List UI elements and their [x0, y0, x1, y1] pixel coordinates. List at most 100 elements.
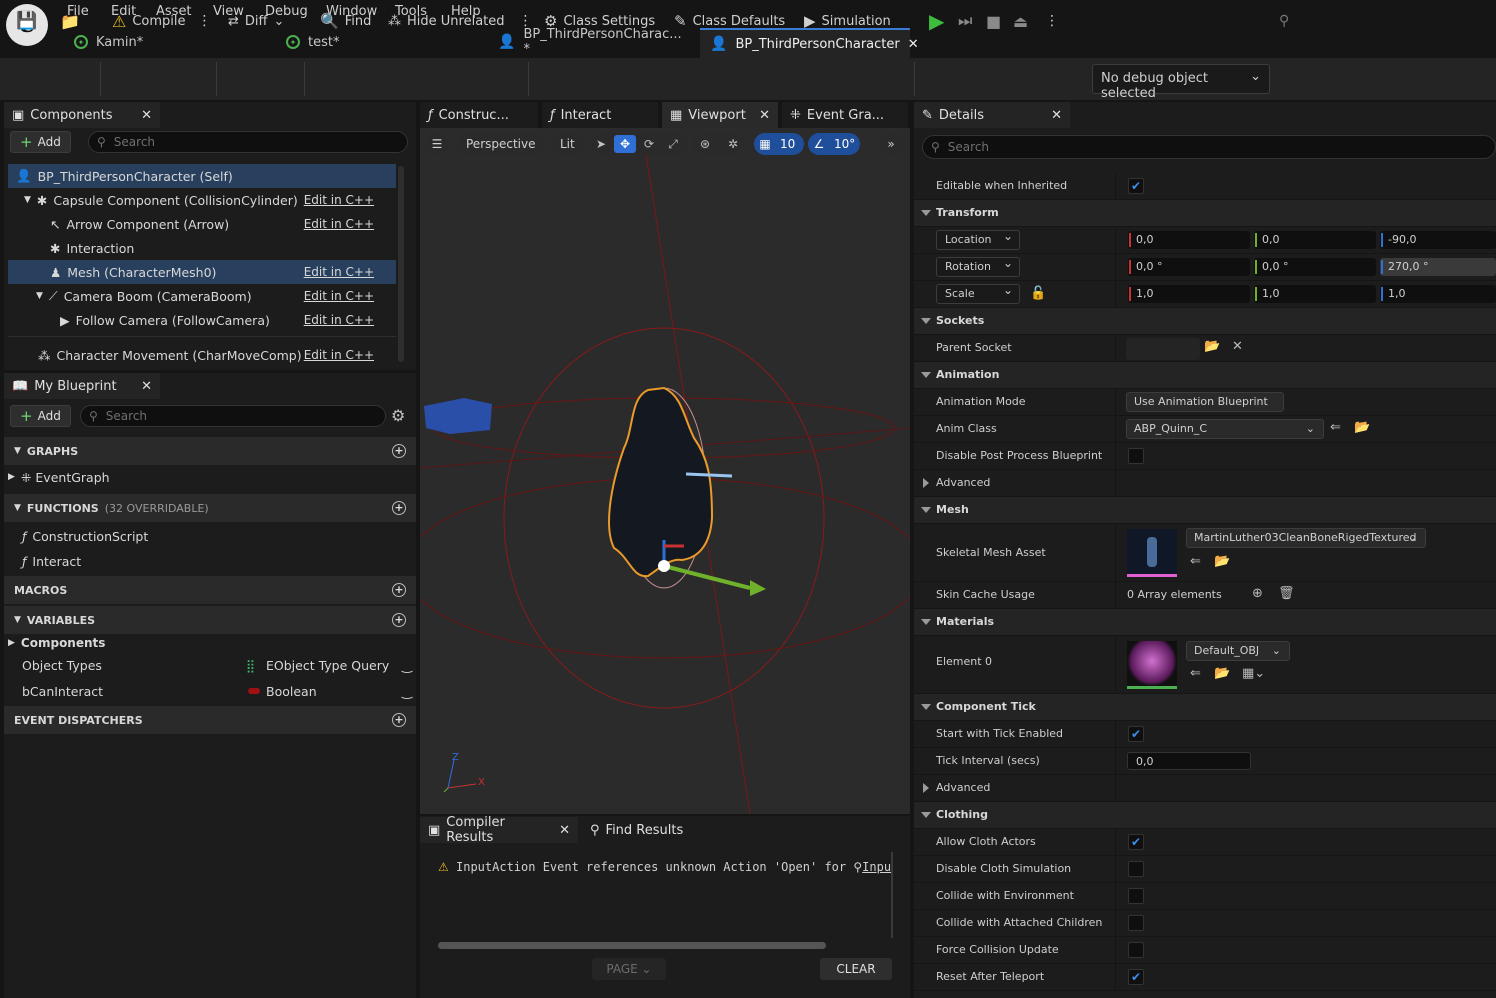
- browse-socket-icon[interactable]: 📂: [1204, 339, 1220, 354]
- section-transform[interactable]: Transform: [914, 200, 1496, 227]
- functions-section[interactable]: ▼ FUNCTIONS (32 OVERRIDABLE) +: [4, 494, 416, 522]
- add-component-button[interactable]: + Add: [10, 131, 71, 153]
- grid-snap-value[interactable]: 10: [780, 137, 795, 151]
- simulation-button[interactable]: ▶ Simulation: [804, 9, 891, 33]
- editable-when-inherited-checkbox[interactable]: ✔: [1128, 178, 1144, 194]
- clear-socket-icon[interactable]: ✕: [1232, 339, 1243, 354]
- eject-button[interactable]: ⏏: [1013, 9, 1028, 33]
- component-arrow[interactable]: ↖ Arrow Component (Arrow) Edit in C++: [8, 212, 396, 236]
- scale-z-field[interactable]: 1,0: [1380, 285, 1496, 303]
- compiler-vertical-scrollbar[interactable]: [891, 852, 893, 938]
- close-icon[interactable]: ✕: [141, 379, 152, 394]
- component-character-movement[interactable]: ⁂ Character Movement (CharMoveComp) Edit…: [8, 343, 396, 367]
- components-search-input[interactable]: ⚲ Search: [88, 131, 408, 153]
- use-selected-icon[interactable]: ⇐: [1190, 554, 1201, 569]
- row-tick-advanced[interactable]: Advanced: [914, 775, 1496, 802]
- more-vertical-icon[interactable]: ⋮: [198, 13, 212, 29]
- add-element-icon[interactable]: ⊕: [1252, 586, 1263, 601]
- variables-components-category[interactable]: ▶ Components: [8, 631, 412, 655]
- variables-section[interactable]: ▼ VARIABLES +: [4, 606, 416, 634]
- component-camera-boom[interactable]: ▼ ⟋ Camera Boom (CameraBoom) Edit in C++: [8, 284, 396, 308]
- find-results-tab[interactable]: ⚲ Find Results: [582, 817, 702, 843]
- browse-asset-icon[interactable]: 📂: [1214, 666, 1230, 681]
- components-scrollbar[interactable]: [398, 166, 404, 362]
- force-collision-update-checkbox[interactable]: [1128, 942, 1144, 958]
- scale-tool-icon[interactable]: ⤢: [664, 135, 682, 153]
- allow-cloth-actors-checkbox[interactable]: ✔: [1128, 834, 1144, 850]
- expand-arrow-icon[interactable]: ▶: [8, 638, 15, 648]
- section-sockets[interactable]: Sockets: [914, 308, 1496, 335]
- rotation-dropdown[interactable]: Rotation: [936, 254, 1020, 277]
- collapse-arrow-icon[interactable]: ▼: [36, 291, 43, 301]
- location-dropdown[interactable]: Location: [936, 227, 1020, 250]
- collide-attached-children-checkbox[interactable]: [1128, 915, 1144, 931]
- debug-object-dropdown[interactable]: No debug object selected ⌄: [1092, 64, 1270, 101]
- function-construction-script[interactable]: ƒ ConstructionScript: [22, 524, 412, 548]
- gizmo-center[interactable]: [658, 560, 670, 572]
- close-icon[interactable]: ✕: [559, 823, 570, 838]
- scale-dropdown[interactable]: Scale: [936, 281, 1020, 304]
- components-tab[interactable]: ▣ Components ✕: [4, 102, 160, 128]
- clear-button[interactable]: CLEAR: [820, 958, 892, 980]
- section-clothing[interactable]: Clothing: [914, 802, 1496, 829]
- edit-cpp-link[interactable]: Edit in C++: [304, 348, 374, 362]
- save-button[interactable]: 💾: [16, 9, 37, 33]
- edit-cpp-link[interactable]: Edit in C++: [304, 193, 374, 207]
- collapse-arrow-icon[interactable]: ▼: [24, 195, 31, 205]
- add-dispatcher-icon[interactable]: +: [392, 713, 406, 727]
- find-button[interactable]: 🔍 Find: [320, 9, 371, 33]
- viewport[interactable]: X Z ☰ Perspective Lit ➤ ✥ ⟳ ⤢ ⊛ ✲ ▦ 10 ∠…: [420, 128, 910, 814]
- event-dispatchers-section[interactable]: EVENT DISPATCHERS +: [4, 706, 416, 734]
- close-icon[interactable]: ✕: [1051, 108, 1062, 123]
- input-action-link[interactable]: Inpu: [862, 860, 891, 874]
- viewport-expand-button[interactable]: »: [880, 133, 902, 155]
- close-icon[interactable]: ✕: [908, 37, 919, 52]
- lock-icon[interactable]: 🔓: [1030, 286, 1046, 301]
- collide-environment-checkbox[interactable]: [1128, 888, 1144, 904]
- section-materials[interactable]: Materials: [914, 609, 1496, 636]
- class-settings-button[interactable]: ⚙ Class Settings: [544, 9, 655, 33]
- edit-cpp-link[interactable]: Edit in C++: [304, 217, 374, 231]
- rotate-tool-icon[interactable]: ⟳: [640, 135, 658, 153]
- tab-event-graph[interactable]: ⁜ Event Gra...: [782, 102, 908, 128]
- macros-section[interactable]: MACROS +: [4, 576, 416, 604]
- visibility-eye-icon[interactable]: ‿: [402, 684, 412, 699]
- component-self[interactable]: 👤 BP_ThirdPersonCharacter (Self): [8, 164, 396, 188]
- tick-interval-field[interactable]: 0,0: [1127, 752, 1251, 770]
- use-selected-icon[interactable]: ⇐: [1190, 666, 1201, 681]
- move-gizmo-y[interactable]: [663, 564, 751, 590]
- my-blueprint-search-input[interactable]: ⚲ Search: [80, 405, 386, 427]
- add-blueprint-item-button[interactable]: + Add: [10, 405, 71, 427]
- rotation-z-field[interactable]: 270,0 °: [1380, 258, 1496, 276]
- trash-icon[interactable]: 🗑: [1278, 586, 1295, 601]
- class-defaults-button[interactable]: ✎ Class Defaults: [674, 9, 785, 33]
- material-thumbnail[interactable]: [1127, 641, 1177, 689]
- close-icon[interactable]: ✕: [141, 108, 152, 123]
- more-vertical-icon[interactable]: ⋮: [519, 13, 533, 29]
- start-with-tick-checkbox[interactable]: ✔: [1128, 726, 1144, 742]
- section-animation[interactable]: Animation: [914, 362, 1496, 389]
- camera-mesh[interactable]: [424, 398, 492, 434]
- compile-button[interactable]: ⚠ Compile ⋮: [112, 9, 212, 33]
- parent-socket-field[interactable]: [1126, 338, 1200, 360]
- rotation-y-field[interactable]: 0,0 °: [1254, 258, 1376, 276]
- add-graph-icon[interactable]: +: [392, 444, 406, 458]
- component-follow-camera[interactable]: ▶ Follow Camera (FollowCamera) Edit in C…: [8, 308, 396, 332]
- use-selected-icon[interactable]: ⇐: [1330, 420, 1341, 435]
- compiler-horizontal-scrollbar[interactable]: [438, 942, 826, 949]
- lit-button[interactable]: Lit: [552, 133, 583, 155]
- material-dropdown[interactable]: Default_OBJ ⌄: [1186, 641, 1290, 661]
- function-interact[interactable]: ƒ Interact: [22, 549, 412, 573]
- debug-filter-button[interactable]: ⚲: [1279, 9, 1289, 33]
- variable-object-types[interactable]: Object Types ⣿ EObject Type Query ‿: [22, 653, 412, 677]
- rotation-x-field[interactable]: 0,0 °: [1128, 258, 1250, 276]
- graphs-section[interactable]: ▼ GRAPHS +: [4, 437, 416, 465]
- edit-cpp-link[interactable]: Edit in C++: [304, 313, 374, 327]
- edit-cpp-link[interactable]: Edit in C++: [304, 265, 374, 279]
- tab-interact[interactable]: ƒ Interact: [542, 102, 658, 128]
- location-y-field[interactable]: 0,0: [1254, 231, 1376, 249]
- select-tool-icon[interactable]: ➤: [592, 135, 610, 153]
- visibility-eye-icon[interactable]: ‿: [402, 658, 412, 673]
- location-x-field[interactable]: 0,0: [1128, 231, 1250, 249]
- reset-after-teleport-checkbox[interactable]: ✔: [1128, 969, 1144, 985]
